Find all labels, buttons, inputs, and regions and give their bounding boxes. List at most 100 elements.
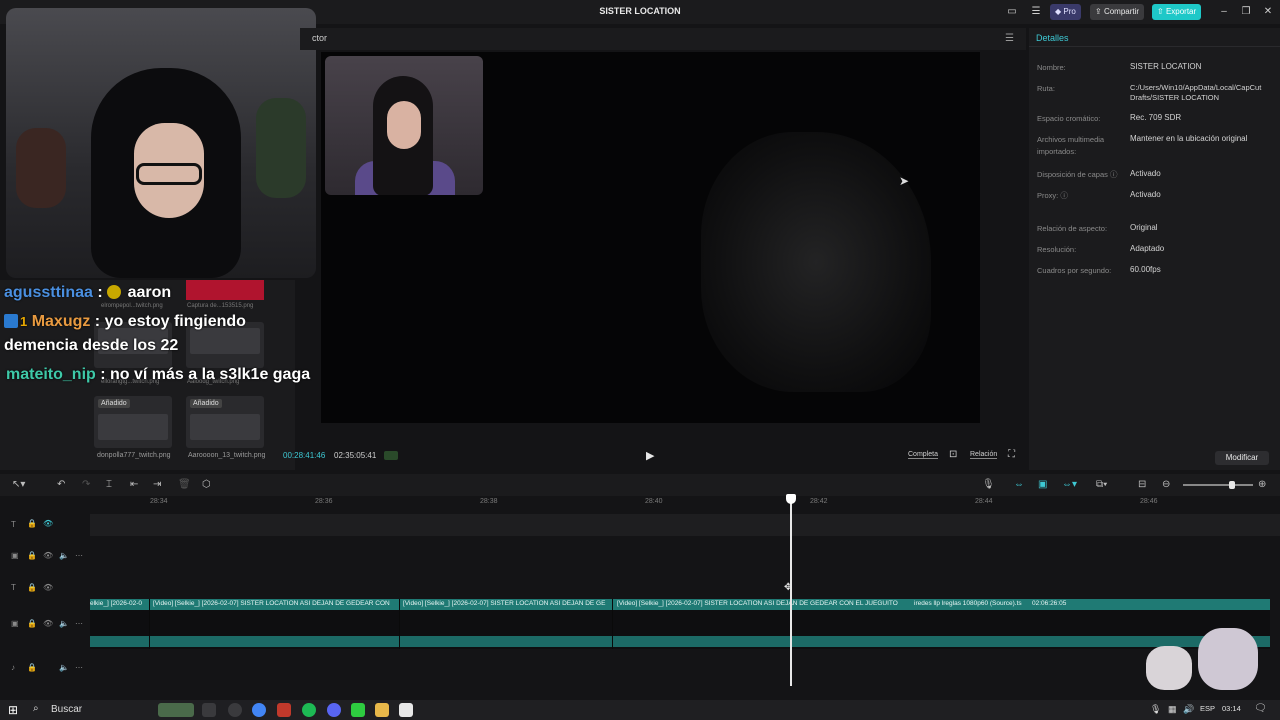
chat-line: demencia desde los 22 (4, 337, 178, 355)
lock-icon[interactable]: 🔒 (27, 619, 37, 628)
export-button[interactable]: ⇧ Exportar (1152, 4, 1202, 20)
capcut-window: SISTER LOCATION ▭ ☰ ◆ Pro ⇪ Compartir ⇧ … (0, 0, 1280, 720)
volume-icon[interactable]: 🔊 (1183, 704, 1194, 715)
search-icon[interactable]: ⌕ (33, 703, 39, 714)
more-icon[interactable]: ⋯ (75, 663, 83, 672)
select-tool-icon[interactable]: ↖▾ (12, 479, 25, 491)
track-header-text-2: T 🔒 👁 (0, 576, 90, 600)
preview-axis-icon[interactable]: ⧉▾ (1096, 479, 1107, 491)
fullscreen-icon[interactable]: ⛶ (1008, 449, 1015, 460)
modify-button[interactable]: Modificar (1215, 451, 1269, 465)
track-header-video: ▣ 🔒 👁 🔈 ⋯ (0, 544, 90, 568)
eye-icon[interactable]: 👁 (43, 519, 53, 528)
clip-label[interactable]: [Video] [Selkie_] [2026-02-07] SISTER LO… (153, 600, 398, 607)
zoom-slider-thumb[interactable] (1229, 481, 1236, 489)
info-icon[interactable]: ⓘ (1110, 170, 1118, 179)
taskbar-search[interactable]: Buscar (51, 704, 82, 715)
notifications-icon[interactable]: 🗨 (1254, 703, 1267, 714)
media-tile[interactable]: Añadido (186, 396, 264, 448)
clip-label[interactable]: [Video] [Selkie_] [2026-02-07] SISTER LO… (403, 600, 611, 607)
share-button[interactable]: ⇪ Compartir (1090, 4, 1145, 20)
close-icon[interactable]: ✕ (1260, 4, 1276, 20)
maximize-icon[interactable]: ❐ (1238, 4, 1254, 20)
chrome-icon[interactable] (252, 703, 266, 717)
undo-icon[interactable]: ↶ (57, 479, 65, 491)
time-ruler[interactable]: 28:34 28:36 28:38 28:40 28:42 28:44 28:4… (90, 496, 1280, 510)
clock[interactable]: 03:14 (1222, 704, 1241, 713)
text-track[interactable] (90, 514, 1280, 536)
eye-icon[interactable]: 👁 (43, 551, 53, 560)
full-quality-button[interactable]: Completa (908, 451, 938, 459)
widgets-icon[interactable] (158, 703, 194, 717)
speaker-icon[interactable]: 🔈 (59, 551, 69, 560)
file-explorer-icon[interactable] (375, 703, 389, 717)
more-icon[interactable]: ⋯ (75, 551, 83, 560)
details-panel: Detalles Nombre: SISTER LOCATION Ruta: C… (1029, 28, 1280, 470)
added-badge: Añadido (98, 399, 130, 408)
clip-label[interactable]: iredes llp lreglas 1080p60 (Source).ts (914, 600, 1030, 607)
play-icon[interactable]: ▶ (646, 449, 654, 462)
capcut-icon[interactable] (399, 703, 413, 717)
network-icon[interactable]: ▦ (1168, 704, 1177, 715)
ratio-button[interactable]: Relación (970, 451, 998, 459)
menu-icon[interactable]: ☰ (1028, 4, 1044, 20)
split-icon[interactable]: ⌶ (106, 479, 112, 491)
eye-icon[interactable]: 👁 (43, 583, 53, 592)
snapshot-icon[interactable]: ⊡ (949, 449, 957, 460)
chain-icon[interactable]: ⇔▾ (1062, 479, 1077, 491)
speaker-icon[interactable]: 🔈 (59, 663, 69, 672)
more-icon[interactable]: ⋯ (75, 619, 83, 628)
media-name: Aaroooon_13_twitch.png (188, 452, 266, 459)
playhead-handle[interactable] (786, 494, 796, 504)
text-track-icon: T (11, 583, 16, 592)
kick-icon[interactable] (351, 703, 365, 717)
lock-icon[interactable]: 🔒 (27, 663, 37, 672)
layout-icon[interactable]: ▭ (1004, 4, 1020, 20)
lock-icon[interactable]: 🔒 (27, 551, 37, 560)
language-indicator[interactable]: ESP (1200, 704, 1215, 713)
zoom-out-icon[interactable]: ⊖ (1162, 479, 1170, 491)
news-icon[interactable] (277, 703, 291, 717)
settings-icon[interactable] (228, 703, 242, 717)
lock-icon[interactable]: 🔒 (27, 519, 37, 528)
chat-text: yo estoy fingiendo (104, 313, 246, 330)
link-icon[interactable]: ⇔ (1014, 479, 1024, 491)
discord-icon[interactable] (327, 703, 341, 717)
trim-right-icon[interactable]: ⇥ (153, 479, 161, 491)
task-view-icon[interactable] (202, 703, 216, 717)
caption-icon[interactable]: ⊟ (1138, 479, 1146, 491)
minimize-icon[interactable]: – (1216, 4, 1232, 20)
video-track-icon: ▣ (11, 619, 19, 628)
delete-icon[interactable]: 🗑 (178, 479, 191, 491)
marker-icon[interactable]: ⬡ (202, 479, 211, 491)
clip-separator (149, 599, 150, 649)
lock-icon[interactable]: 🔒 (27, 583, 37, 592)
chat-overlay: agussttinaa : aaron 1 Maxugz : yo estoy … (0, 280, 310, 390)
spotify-icon[interactable] (302, 703, 316, 717)
player-menu-icon[interactable]: ☰ (1005, 33, 1014, 44)
main-video-track[interactable]: elkie_] [2026-02-0 [Video] [Selkie_] [20… (90, 599, 1270, 649)
zoom-in-icon[interactable]: ⊕ (1258, 479, 1266, 491)
trim-left-icon[interactable]: ⇤ (130, 479, 138, 491)
mic-icon[interactable]: 🎙 (1150, 704, 1161, 715)
detail-value: Activado (1130, 169, 1161, 178)
speaker-icon[interactable]: 🔈 (59, 619, 69, 628)
clip-label[interactable]: [Video] [Selkie_] [2026-02-07] SISTER LO… (617, 600, 912, 607)
info-icon[interactable]: ⓘ (1060, 191, 1068, 200)
plush-toy (16, 128, 66, 208)
windows-start-icon[interactable]: ⊞ (8, 703, 18, 717)
redo-icon[interactable]: ↷ (82, 479, 90, 491)
current-time: 00:28:41:46 (283, 451, 326, 460)
zoom-slider[interactable] (1183, 481, 1253, 489)
audio-track-icon: ♪ (11, 663, 15, 672)
snap-icon[interactable]: ▣ (1038, 479, 1047, 491)
chat-username: agussttinaa (4, 284, 93, 301)
divider (1029, 46, 1280, 47)
microphone-icon[interactable]: 🎙 (982, 479, 995, 491)
chat-separator: : (90, 313, 105, 330)
media-tile[interactable]: Añadido (94, 396, 172, 448)
eye-icon[interactable]: 👁 (43, 619, 53, 628)
pro-button[interactable]: ◆ Pro (1050, 4, 1081, 20)
chat-line: 1 Maxugz : yo estoy fingiendo (4, 313, 246, 331)
clip-label[interactable]: elkie_] [2026-02-0 (90, 600, 148, 607)
